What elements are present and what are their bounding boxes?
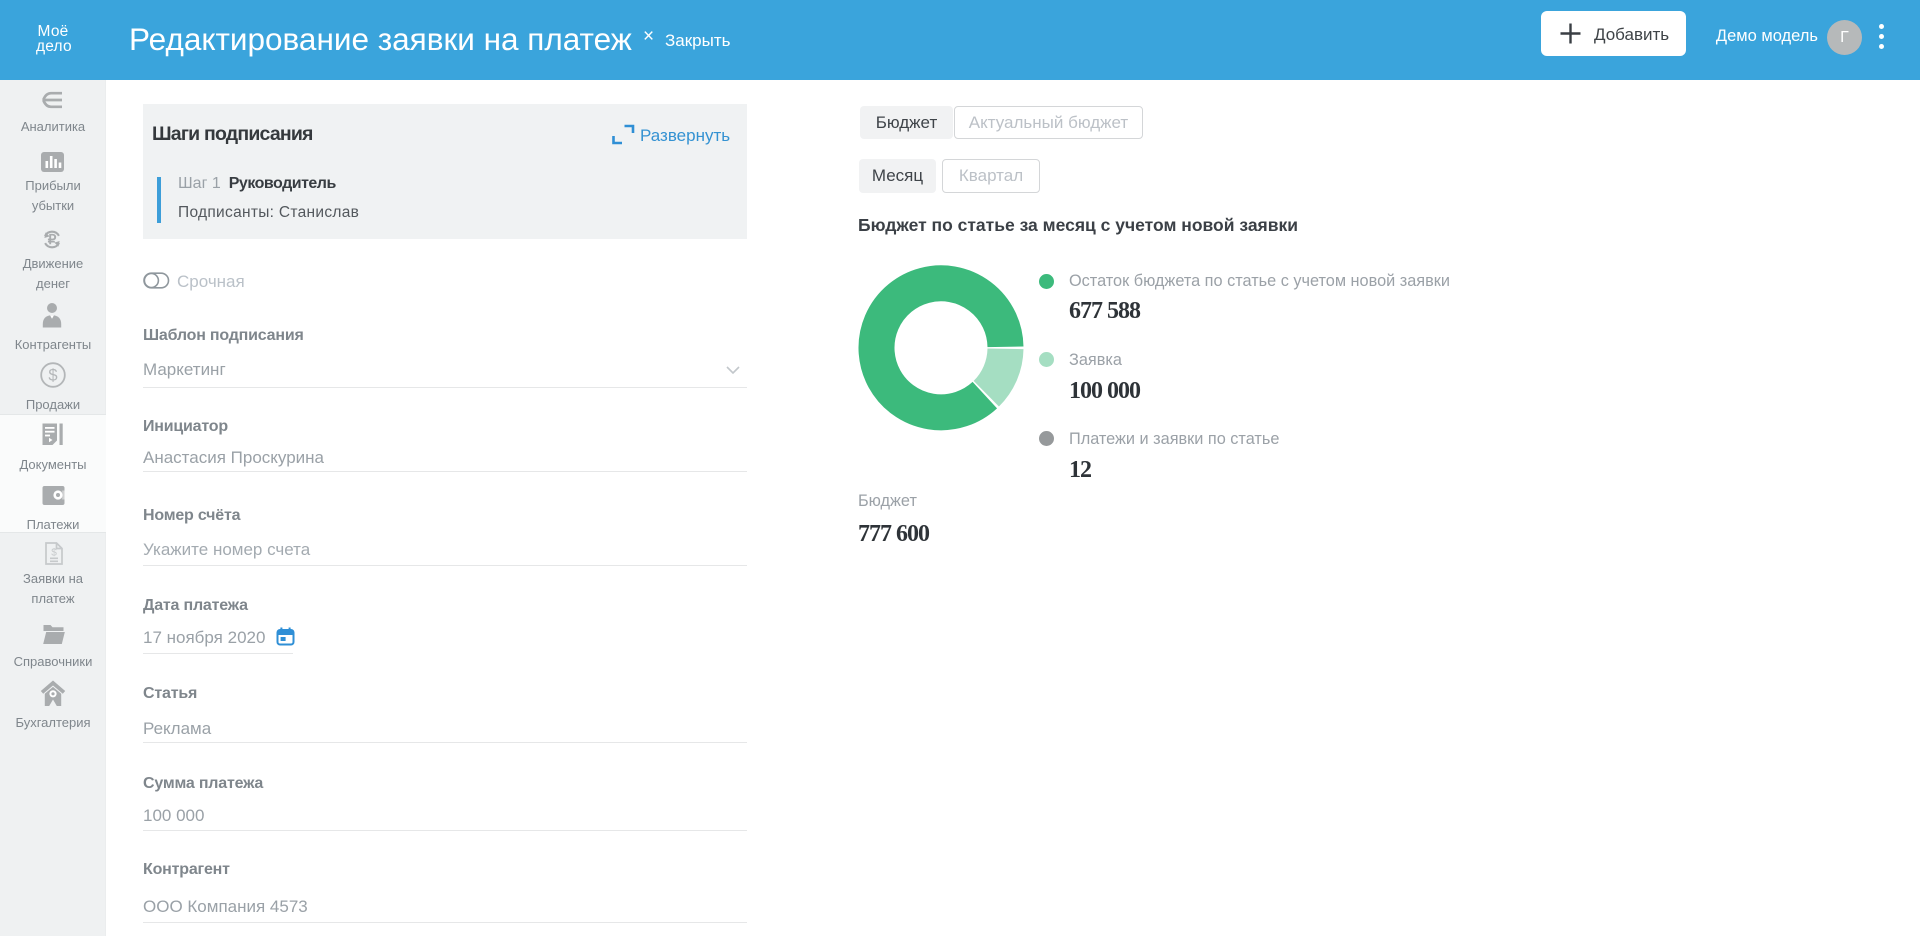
- svg-text:$: $: [48, 367, 57, 385]
- svg-text:$: $: [51, 548, 57, 559]
- svg-text:₽: ₽: [48, 232, 57, 247]
